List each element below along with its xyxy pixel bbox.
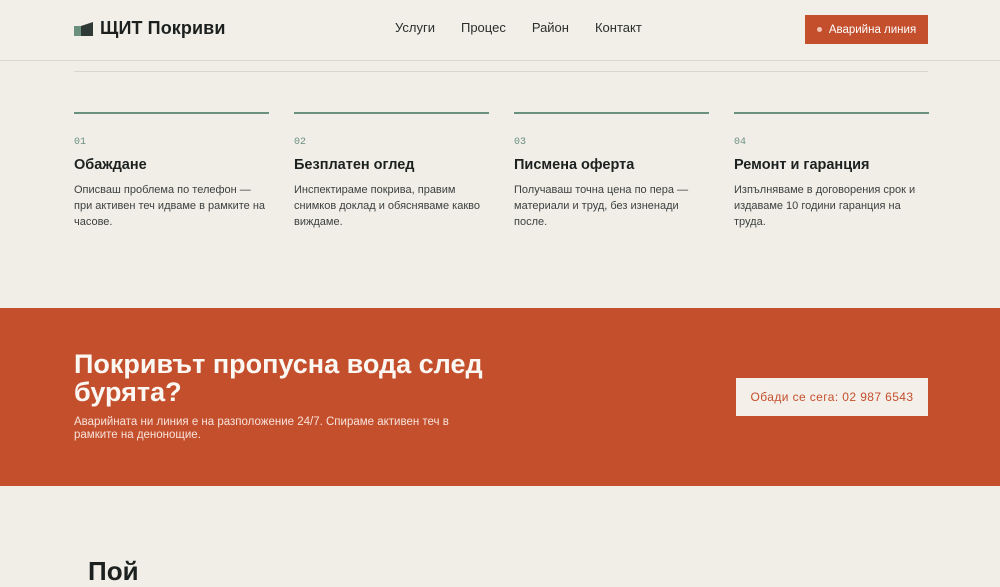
site-header: ЩИТ Покриви Услуги Процес Район Контакт …	[0, 0, 1000, 61]
step-rule	[514, 112, 709, 114]
step-rule	[74, 112, 269, 114]
emergency-cta-band: Покривът пропусна вода след бурята? Авар…	[0, 308, 1000, 486]
nav-link-area[interactable]: Район	[532, 20, 569, 35]
process-step: 04 Ремонт и гаранция Изпълняваме в догов…	[734, 112, 929, 230]
step-number: 04	[734, 137, 747, 148]
brand-name: ЩИТ Покриви	[100, 18, 226, 38]
nav-link-contact[interactable]: Контакт	[595, 20, 642, 35]
process-step: 02 Безплатен оглед Инспектираме покрива,…	[294, 112, 489, 230]
shield-roof-icon	[74, 21, 93, 36]
nav-link-process[interactable]: Процес	[461, 20, 506, 35]
step-title: Писмена оферта	[514, 157, 635, 173]
emergency-line-label: Аварийна линия	[828, 23, 917, 36]
section-divider	[74, 71, 928, 72]
next-section-heading: Пой	[88, 556, 139, 586]
brand-logo[interactable]: ЩИТ Покриви	[74, 18, 226, 39]
step-number: 02	[294, 137, 307, 148]
process-step: 01 Обаждане Описваш проблема по телефон …	[74, 112, 269, 230]
step-title: Обаждане	[74, 157, 147, 173]
step-number: 01	[74, 137, 87, 148]
step-rule	[294, 112, 489, 114]
step-description: Получаваш точна цена по пера — материали…	[514, 184, 689, 228]
step-title: Ремонт и гаранция	[734, 157, 870, 173]
emergency-line-button[interactable]: Аварийна линия	[805, 15, 928, 44]
call-now-button[interactable]: Обади се сега: 02 987 6543	[736, 378, 928, 416]
cta-title: Покривът пропусна вода след бурята?	[74, 349, 483, 407]
step-description: Изпълняваме в договорения срок и издавам…	[734, 184, 916, 228]
process-step: 03 Писмена оферта Получаваш точна цена п…	[514, 112, 709, 230]
step-description: Описваш проблема по телефон — при активе…	[74, 184, 266, 228]
main-nav: Услуги Процес Район Контакт	[395, 20, 668, 35]
cta-description: Аварийната ни линия е на разположение 24…	[74, 416, 449, 441]
step-description: Инспектираме покрива, правим снимков док…	[294, 184, 480, 228]
step-rule	[734, 112, 929, 114]
step-number: 03	[514, 137, 527, 148]
nav-link-services[interactable]: Услуги	[395, 20, 435, 35]
status-dot-icon	[816, 27, 822, 32]
step-title: Безплатен оглед	[294, 157, 415, 173]
